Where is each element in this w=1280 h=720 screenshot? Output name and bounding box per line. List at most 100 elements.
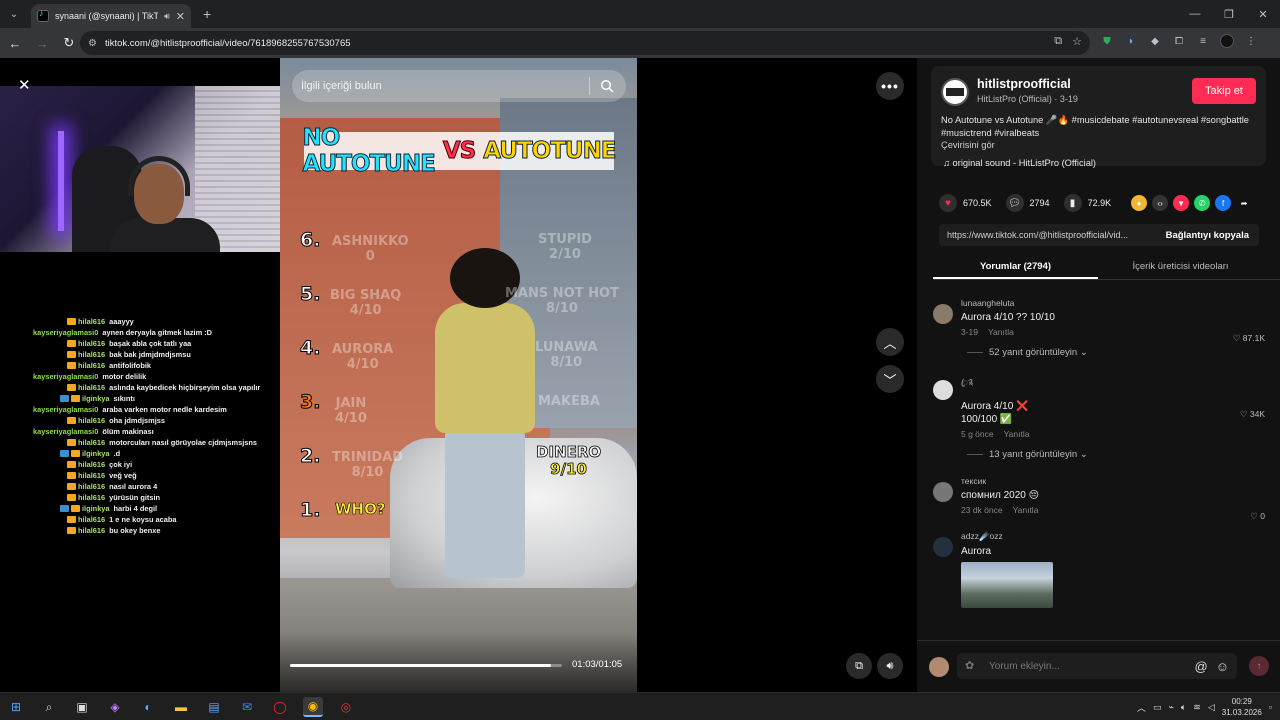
commenter-name[interactable]: lunaangheluta bbox=[961, 298, 1273, 308]
heart-outline-icon[interactable]: ♡ bbox=[1240, 409, 1250, 419]
chat-username[interactable]: kayseriyaglamasi0 bbox=[33, 328, 98, 337]
task-view-icon[interactable]: ▣ bbox=[72, 697, 92, 717]
chat-username[interactable]: hilal616 bbox=[78, 493, 105, 502]
reply-button[interactable]: Yanıtla bbox=[1004, 429, 1030, 439]
comment-input[interactable]: ✿ Yorum ekleyin... @ ☺ bbox=[957, 653, 1237, 679]
save-action[interactable]: ▮ 72.9K bbox=[1063, 194, 1111, 212]
windows-start-icon[interactable]: ⊞ bbox=[6, 697, 26, 717]
copilot-icon[interactable]: ◈ bbox=[105, 697, 125, 717]
reload-button[interactable]: ↻ bbox=[57, 31, 81, 55]
embed-icon[interactable]: ‹› bbox=[1152, 195, 1169, 211]
file-explorer-icon[interactable]: ▬ bbox=[171, 697, 191, 717]
tray-speaker-icon[interactable]: 🔈︎ bbox=[1181, 702, 1186, 713]
tab-search-button[interactable]: ⌄ bbox=[3, 3, 25, 25]
comment-image[interactable] bbox=[961, 562, 1053, 608]
tray-app-icon[interactable]: ▭ bbox=[1153, 702, 1162, 713]
chat-username[interactable]: hilal616 bbox=[78, 460, 105, 469]
video-progress-bar[interactable] bbox=[290, 664, 562, 667]
store-icon[interactable]: ▤ bbox=[204, 697, 224, 717]
comment-like-button[interactable]: ♡ 0 bbox=[1250, 511, 1265, 522]
chat-username[interactable]: hilal616 bbox=[78, 383, 105, 392]
next-video-button[interactable]: ﹀ bbox=[876, 365, 904, 393]
back-button[interactable]: ← bbox=[3, 31, 27, 55]
close-window-button[interactable]: ✕ bbox=[1246, 0, 1280, 28]
commenter-name[interactable]: ꦿ༉ bbox=[961, 374, 1273, 397]
chat-username[interactable]: hilal616 bbox=[78, 416, 105, 425]
chat-username[interactable]: hilal616 bbox=[78, 350, 105, 359]
browser-tab[interactable]: synaani (@synaani) | TikTok 🔊︎ ✕ bbox=[31, 4, 191, 28]
copy-link-button[interactable]: Bağlantıyı kopyala bbox=[1156, 230, 1259, 241]
facebook-icon[interactable]: f bbox=[1215, 195, 1232, 211]
speaker-icon[interactable]: 🔊︎ bbox=[164, 11, 170, 22]
author-avatar[interactable] bbox=[941, 78, 969, 106]
previous-video-button[interactable]: ︿ bbox=[876, 328, 904, 356]
cast-icon[interactable]: ⧉ bbox=[1054, 35, 1062, 48]
chat-username[interactable]: hilal616 bbox=[78, 438, 105, 447]
like-action[interactable]: ♥ 670.5K bbox=[939, 194, 992, 212]
view-replies-button[interactable]: 13 yanıt görüntüleyin ⌄ bbox=[967, 449, 1273, 460]
comment-action[interactable]: 💬︎ 2794 bbox=[1005, 194, 1050, 212]
chat-username[interactable]: kayseriyaglamasi0 bbox=[33, 427, 98, 436]
tray-chevron-icon[interactable]: ︿ bbox=[1137, 701, 1146, 714]
send-icon[interactable]: ▼ bbox=[1173, 195, 1190, 211]
new-tab-button[interactable]: + bbox=[203, 6, 211, 22]
commenter-avatar[interactable] bbox=[933, 482, 953, 502]
site-info-icon[interactable]: ⚙︎ bbox=[88, 38, 97, 49]
chat-username[interactable]: hilal616 bbox=[78, 526, 105, 535]
reply-button[interactable]: Yanıtla bbox=[1013, 505, 1039, 515]
url-text[interactable]: tiktok.com/@hitlistproofficial/video/761… bbox=[105, 38, 351, 49]
chat-username[interactable]: ilginkya bbox=[82, 449, 110, 458]
address-bar[interactable]: ⚙︎ tiktok.com/@hitlistproofficial/video/… bbox=[80, 31, 1090, 55]
coin-icon[interactable]: ● bbox=[1131, 195, 1148, 211]
follow-button[interactable]: Takip et bbox=[1192, 78, 1256, 104]
restore-button[interactable]: ❐ bbox=[1212, 0, 1246, 28]
whatsapp-icon[interactable]: ✆ bbox=[1194, 195, 1211, 211]
chat-username[interactable]: hilal616 bbox=[78, 317, 105, 326]
video-player[interactable]: İlgili içeriği bulun NO AUTOTUNE VS AUTO… bbox=[280, 58, 637, 692]
search-placeholder[interactable]: İlgili içeriği bulun bbox=[301, 80, 589, 92]
search-icon[interactable] bbox=[600, 79, 614, 93]
commenter-name[interactable]: тексик bbox=[961, 476, 1273, 486]
opera-icon[interactable]: ◯ bbox=[270, 697, 290, 717]
sticker-icon[interactable]: ✿ bbox=[965, 659, 979, 673]
chat-username[interactable]: hilal616 bbox=[78, 482, 105, 491]
volume-icon[interactable]: 🔊︎ bbox=[877, 653, 903, 679]
translate-extension-icon[interactable]: ◗ bbox=[1124, 34, 1138, 48]
author-name[interactable]: hitlistproofficial bbox=[977, 77, 1071, 91]
puzzle-extensions-icon[interactable]: ⧠ bbox=[1172, 34, 1186, 48]
chat-username[interactable]: hilal616 bbox=[78, 471, 105, 480]
view-replies-button[interactable]: 52 yanıt görüntüleyin ⌄ bbox=[967, 347, 1273, 358]
tab-creator-videos[interactable]: İçerik üreticisi videoları bbox=[1098, 256, 1263, 279]
tab-comments[interactable]: Yorumlar (2794) bbox=[933, 256, 1098, 279]
emoji-icon[interactable]: ☺ bbox=[1216, 659, 1229, 674]
tray-wifi-icon[interactable]: ≋ bbox=[1193, 702, 1201, 713]
menu-kebab-icon[interactable]: ⋮ bbox=[1244, 34, 1258, 48]
search-taskbar-icon[interactable]: ⌕ bbox=[39, 697, 59, 717]
pip-icon[interactable]: ⧉ bbox=[846, 653, 872, 679]
bookmark-icon[interactable]: ▮ bbox=[1063, 194, 1082, 212]
chat-username[interactable]: ilginkya bbox=[82, 504, 110, 513]
see-translation-link[interactable]: Çevirisini gör bbox=[941, 140, 995, 150]
close-video-icon[interactable]: ✕ bbox=[18, 76, 31, 94]
shield-extension-icon[interactable]: ⛊ bbox=[1100, 34, 1114, 48]
chat-username[interactable]: hilal616 bbox=[78, 361, 105, 370]
bookmark-star-icon[interactable]: ☆ bbox=[1072, 35, 1082, 48]
comment-icon[interactable]: 💬︎ bbox=[1005, 194, 1024, 212]
chat-username[interactable]: hilal616 bbox=[78, 515, 105, 524]
notification-icon[interactable]: ▫ bbox=[1269, 702, 1272, 712]
clock[interactable]: 00:29 31.03.2026 bbox=[1222, 696, 1262, 718]
post-comment-button[interactable]: ↑ bbox=[1249, 656, 1269, 676]
heart-icon[interactable]: ♥ bbox=[939, 194, 957, 212]
more-options-button[interactable]: ••• bbox=[876, 72, 904, 100]
commenter-name[interactable]: adzz☄️ozz bbox=[961, 531, 1273, 542]
comment-like-button[interactable]: ♡ 87.1K bbox=[1233, 333, 1265, 344]
edge-icon[interactable]: ◐ bbox=[138, 697, 158, 717]
commenter-avatar[interactable] bbox=[933, 537, 953, 557]
tray-network-icon[interactable]: ⌁ bbox=[1168, 702, 1173, 713]
chat-username[interactable]: kayseriyaglamasi0 bbox=[33, 405, 98, 414]
chat-username[interactable]: hilal616 bbox=[78, 339, 105, 348]
minimize-button[interactable]: — bbox=[1178, 0, 1212, 28]
related-search-input[interactable]: İlgili içeriği bulun bbox=[292, 70, 626, 102]
mention-icon[interactable]: @ bbox=[1195, 659, 1208, 674]
reply-button[interactable]: Yanıtla bbox=[988, 327, 1014, 337]
